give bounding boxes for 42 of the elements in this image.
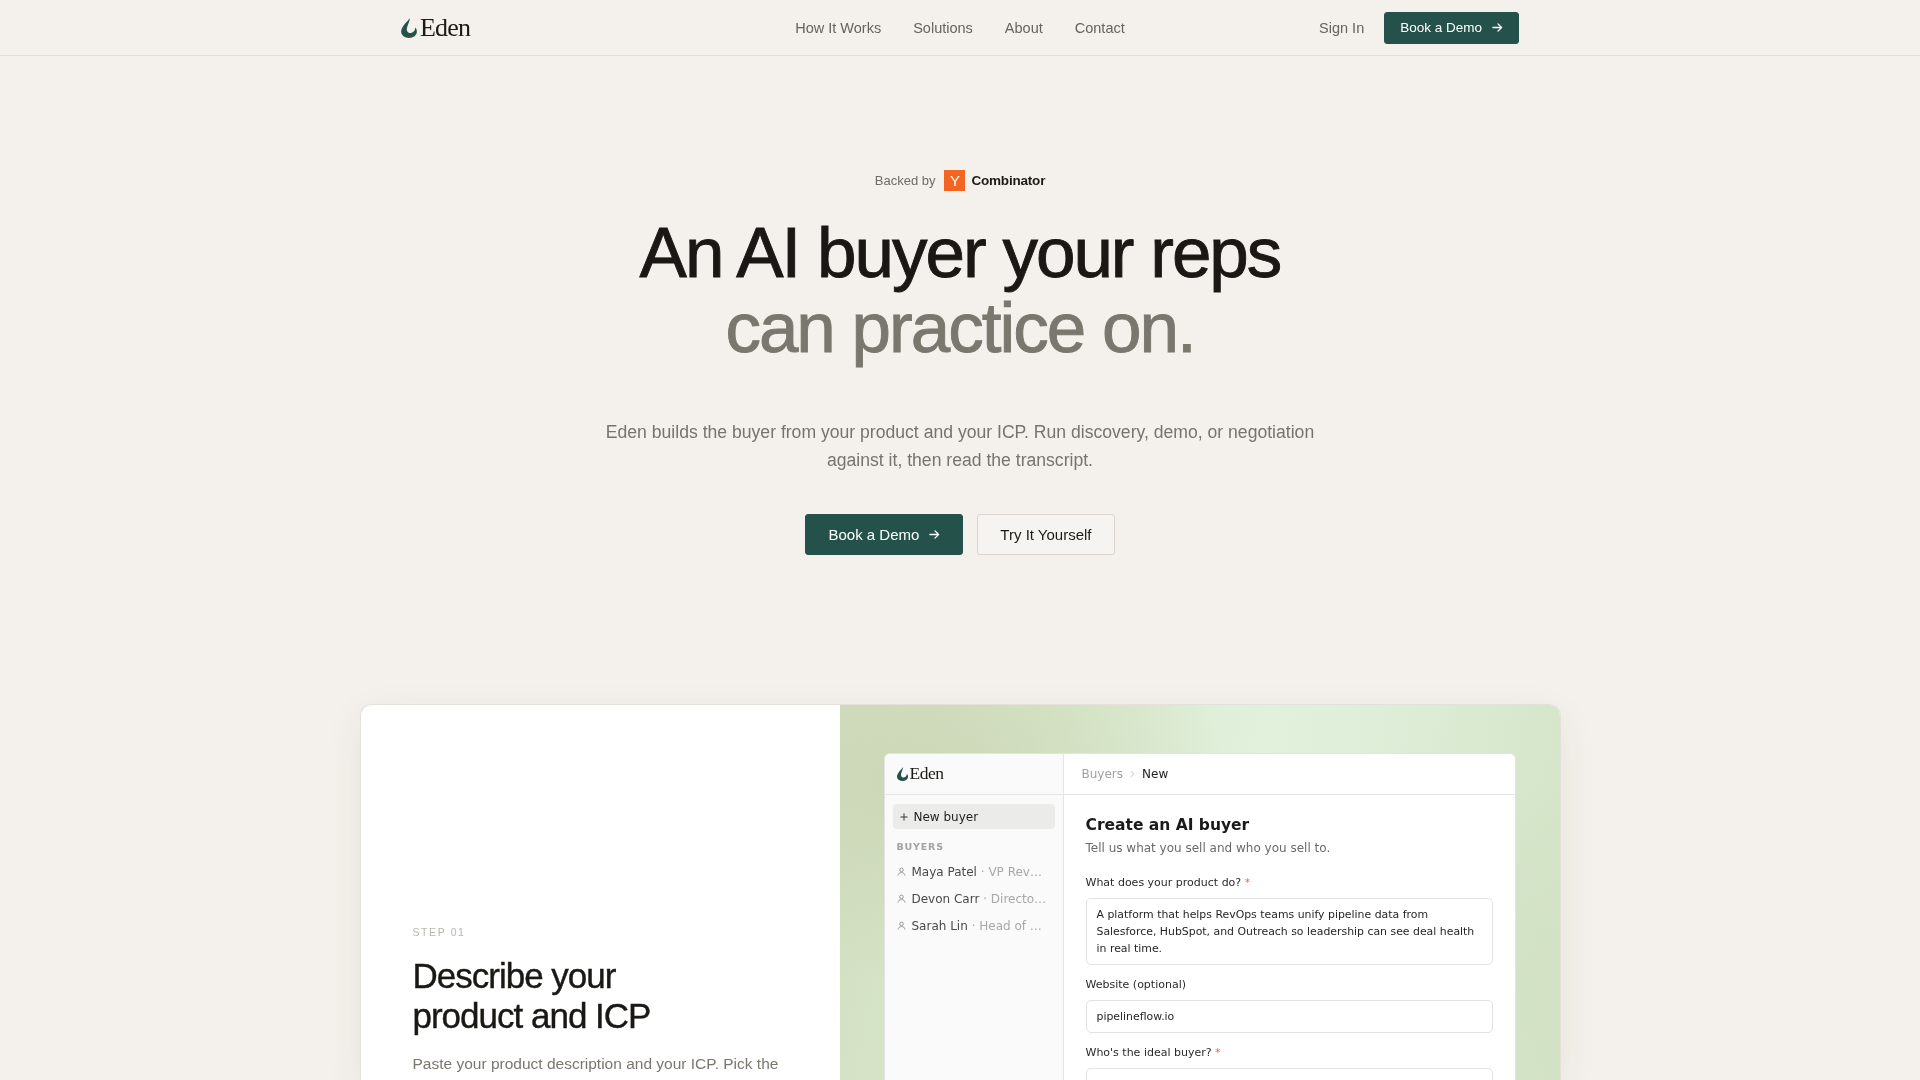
form-subtitle: Tell us what you sell and who you sell to. bbox=[1085, 840, 1332, 856]
backer-logo: Y bbox=[944, 169, 966, 191]
field-label: What does your product do? bbox=[1085, 876, 1242, 889]
nav-link[interactable]: Solutions bbox=[913, 19, 973, 36]
leaf-icon bbox=[401, 17, 417, 38]
step-description: Paste your product description and your ICP. Pick the bbox=[412, 1054, 780, 1074]
textarea-field[interactable]: A platform that helps RevOps teams unify pipeline data from Salesforce, HubSpot, and Outreach so leadership can see deal health in real time. bbox=[1085, 898, 1493, 965]
arrow-right-icon bbox=[1492, 22, 1503, 33]
chevron-right-icon bbox=[1130, 770, 1135, 778]
required-asterisk: * bbox=[1215, 1046, 1221, 1059]
sign-in-link[interactable]: Sign In bbox=[1319, 19, 1365, 36]
backer-name: Combinator bbox=[971, 172, 1046, 188]
headline-line: An AI buyer your reps bbox=[639, 215, 1281, 290]
try-it-button[interactable]: Try It Yourself bbox=[977, 514, 1115, 555]
book-demo-button[interactable]: Book a Demo bbox=[805, 514, 964, 555]
buyer-list-item[interactable]: Devon Carr · Directo… bbox=[896, 885, 1047, 912]
buyer-list-item[interactable]: Sarah Lin · Head of … bbox=[896, 912, 1042, 939]
book-demo-button[interactable]: Book a Demo bbox=[1384, 11, 1519, 44]
backed-by-text: Backed by bbox=[874, 172, 936, 188]
step-label: STEP 01 bbox=[412, 925, 467, 939]
input-field[interactable]: pipelineflow.io bbox=[1085, 1000, 1493, 1033]
buyer-list-item[interactable]: Maya Patel · VP Rev… bbox=[896, 858, 1042, 885]
nav-link[interactable]: How It Works bbox=[795, 19, 882, 36]
person-icon bbox=[896, 894, 906, 903]
section-label: BUYERS bbox=[896, 841, 944, 853]
hero-description: Eden builds the buyer from your product and your ICP. Run discovery, demo, or negotiation against it, then read the transcript. bbox=[604, 421, 1316, 472]
field-label: Who's the ideal buyer? bbox=[1085, 1046, 1212, 1059]
leaf-icon bbox=[896, 767, 908, 781]
step-title: Describe your product and ICP bbox=[412, 956, 652, 1036]
field-label: Website (optional) bbox=[1085, 978, 1186, 991]
nav-link[interactable]: Contact bbox=[1074, 19, 1125, 36]
home-logo-link[interactable]: Eden bbox=[401, 14, 471, 41]
plus-icon bbox=[899, 812, 908, 821]
new-buyer-button[interactable]: New buyer bbox=[892, 804, 1055, 829]
breadcrumb-link[interactable]: New bbox=[1142, 767, 1169, 781]
required-asterisk: * bbox=[1244, 876, 1251, 889]
form-title: Create an AI buyer bbox=[1085, 815, 1251, 836]
person-icon bbox=[896, 867, 906, 876]
person-icon bbox=[896, 921, 906, 930]
nav-link[interactable]: About bbox=[1004, 19, 1043, 36]
app-logo-link[interactable]: Eden bbox=[896, 765, 944, 783]
arrow-right-icon bbox=[929, 529, 941, 540]
